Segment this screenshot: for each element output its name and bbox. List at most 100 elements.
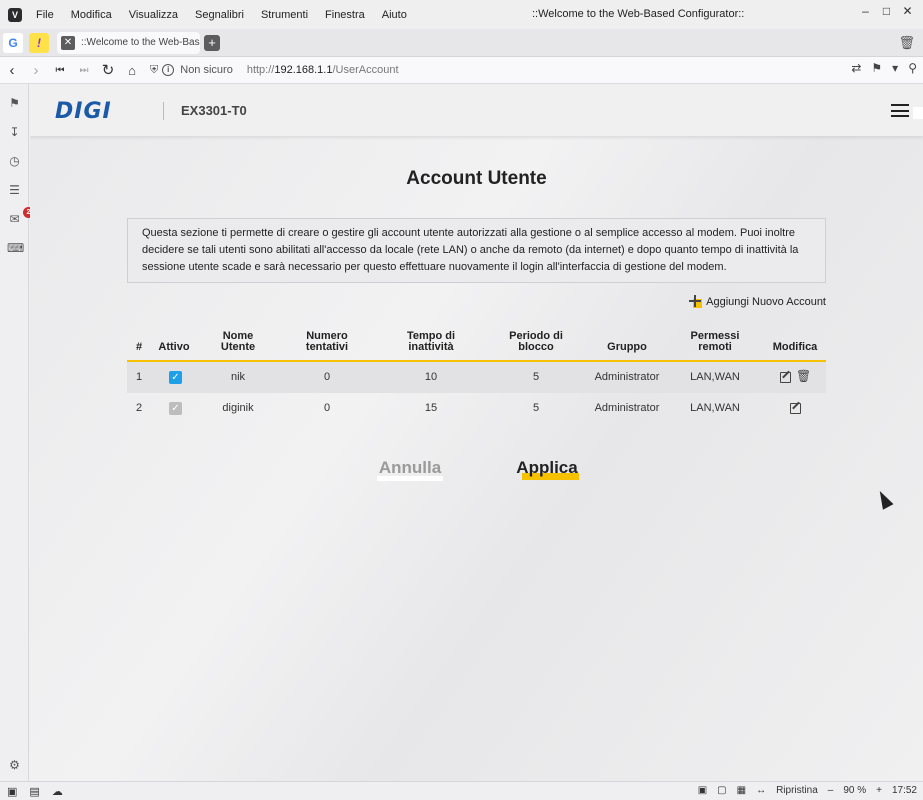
active-checkbox-disabled: ✓: [169, 402, 182, 415]
col-active: Attivo: [158, 341, 190, 353]
table-row: 1 ✓ nik 0 10 5 Administrator LAN,WAN 🗑: [127, 362, 826, 393]
search-icon[interactable]: ⚲: [908, 61, 917, 75]
translate-panel-icon[interactable]: ⌨: [7, 241, 24, 256]
back-icon[interactable]: ‹: [0, 62, 24, 79]
rewind-icon[interactable]: ⏮: [48, 65, 72, 76]
info-icon[interactable]: i: [162, 64, 175, 76]
col-remote: Permessi remoti: [690, 330, 740, 353]
zoom-level: 90 %: [843, 785, 867, 796]
row-username: nik: [230, 371, 246, 383]
maximize-icon[interactable]: □: [879, 4, 894, 19]
delete-trash-icon[interactable]: 🗑: [796, 370, 811, 383]
close-window-icon[interactable]: ✕: [900, 4, 915, 19]
col-attempts: Numero tentativi: [305, 330, 349, 353]
status-bar: ▣ ▤ ☁ ▣ ▢ ▦ ↔ Ripristina – 90 % + 17:52: [0, 781, 923, 800]
home-icon[interactable]: ⌂: [120, 63, 144, 78]
url-text[interactable]: http://192.168.1.1/UserAccount: [247, 64, 399, 76]
menu-strumenti[interactable]: Strumenti: [261, 9, 308, 21]
reload-icon[interactable]: ↻: [96, 61, 120, 79]
chevron-down-icon[interactable]: ▾: [892, 61, 898, 75]
menu-segnalibri[interactable]: Segnalibri: [195, 9, 244, 21]
zoom-out-icon[interactable]: –: [828, 785, 834, 796]
menu-visualizza[interactable]: Visualizza: [129, 9, 178, 21]
minimize-icon[interactable]: –: [858, 4, 873, 19]
menu-finestra[interactable]: Finestra: [325, 9, 365, 21]
window-icon[interactable]: ▢: [717, 785, 726, 796]
capture-icon[interactable]: ▣: [698, 785, 707, 796]
col-modify: Modifica: [772, 341, 818, 353]
bookmarks-panel-icon[interactable]: ⚑: [7, 96, 22, 111]
pinned-tab-icon[interactable]: !: [29, 32, 49, 53]
web-page: DIGI EX3301-T0 Account Utente Questa sez…: [30, 85, 923, 781]
add-account-label: Aggiungi Nuovo Account: [706, 295, 826, 308]
row-username: diginik: [222, 402, 254, 414]
history-panel-icon[interactable]: ◷: [7, 154, 22, 169]
row-lock-period: 5: [532, 371, 540, 383]
edit-icon[interactable]: [790, 403, 801, 414]
plus-icon: [689, 295, 703, 308]
window-title: ::Welcome to the Web-Based Configurator:…: [532, 8, 745, 20]
row-index: 2: [135, 402, 143, 414]
image-icon[interactable]: ▦: [737, 785, 746, 796]
row-lock-period: 5: [532, 402, 540, 414]
page-actions-icon[interactable]: ↔: [756, 785, 766, 796]
mail-panel-icon[interactable]: ✉ 2: [7, 207, 34, 227]
address-bar[interactable]: ⛨ i Non sicuro http://192.168.1.1/UserAc…: [150, 64, 399, 77]
google-pinned-tab-icon[interactable]: G: [3, 32, 23, 53]
add-account-button[interactable]: Aggiungi Nuovo Account: [689, 295, 826, 308]
digi-logo[interactable]: DIGI: [55, 99, 112, 124]
panel-toggle-icon[interactable]: ▣: [7, 785, 17, 798]
col-username: Nome Utente: [220, 330, 256, 353]
menu-aiuto[interactable]: Aiuto: [382, 9, 407, 21]
tab-active[interactable]: ✕ ::Welcome to the Web-Bas: [57, 31, 200, 54]
table-row: 2 ✓ diginik 0 15 5 Administrator LAN,WAN: [127, 393, 826, 424]
clock: 17:52: [891, 785, 917, 796]
os-menubar: V File Modifica Visualizza Segnalibri St…: [0, 0, 923, 29]
row-attempts: 0: [323, 402, 331, 414]
bookmark-icon[interactable]: ⚑: [871, 61, 882, 75]
col-lock-period: Periodo di blocco: [509, 330, 563, 353]
tab-title: ::Welcome to the Web-Bas: [81, 37, 200, 48]
cloud-sync-icon[interactable]: ☁: [52, 785, 63, 798]
tab-tiling-icon[interactable]: ▤: [29, 785, 39, 798]
security-label: Non sicuro: [180, 64, 233, 76]
fast-forward-icon[interactable]: ⏭: [72, 65, 96, 76]
zoom-reset-button[interactable]: Ripristina: [776, 785, 818, 796]
shield-icon[interactable]: ⛨: [150, 64, 158, 77]
zoom-in-icon[interactable]: +: [876, 785, 882, 796]
downloads-panel-icon[interactable]: ↧: [7, 125, 22, 140]
description-box: Questa sezione ti permette di creare o g…: [127, 218, 826, 283]
row-remote: LAN,WAN: [690, 402, 740, 414]
cancel-button[interactable]: Annulla: [377, 459, 443, 481]
vivaldi-app-icon[interactable]: V: [8, 7, 22, 22]
apply-button[interactable]: Applica: [514, 459, 580, 476]
row-index: 1: [135, 371, 143, 383]
header-divider: [163, 102, 164, 120]
user-accounts-table: # Attivo Nome Utente Numero tentativi Temp…: [127, 325, 826, 424]
row-idle-time: 15: [424, 402, 438, 414]
router-model: EX3301-T0: [181, 103, 247, 118]
edit-icon[interactable]: [780, 372, 791, 383]
router-header: DIGI EX3301-T0: [30, 85, 923, 136]
col-idle-time: Tempo di inattività: [406, 330, 456, 353]
notes-panel-icon[interactable]: ☰: [7, 183, 22, 198]
row-attempts: 0: [323, 371, 331, 383]
menu-file[interactable]: File: [36, 9, 54, 21]
tab-close-icon[interactable]: ✕: [61, 35, 75, 50]
hamburger-menu-icon[interactable]: [891, 104, 909, 117]
menu-modifica[interactable]: Modifica: [71, 9, 112, 21]
closed-tabs-trash-icon[interactable]: 🗑: [898, 35, 915, 51]
translate-icon[interactable]: ⇄: [851, 61, 861, 75]
forward-icon[interactable]: ›: [24, 62, 48, 79]
active-checkbox[interactable]: ✓: [169, 371, 182, 384]
table-header: # Attivo Nome Utente Numero tentativi Temp…: [127, 325, 826, 362]
settings-gear-icon[interactable]: ⚙: [7, 758, 22, 773]
row-remote: LAN,WAN: [690, 371, 740, 383]
browser-sidebar: ⚑ ↧ ◷ ☰ ✉ 2 ⌨ ⚙: [0, 84, 34, 781]
col-group: Gruppo: [607, 341, 647, 353]
new-tab-icon[interactable]: +: [204, 34, 220, 51]
tab-bar: G ! ✕ ::Welcome to the Web-Bas + 🗑: [0, 29, 923, 57]
page-title: Account Utente: [406, 168, 547, 189]
side-tab: [913, 107, 923, 119]
navigation-bar: ‹ › ⏮ ⏭ ↻ ⌂ ⛨ i Non sicuro http://192.16…: [0, 57, 923, 84]
